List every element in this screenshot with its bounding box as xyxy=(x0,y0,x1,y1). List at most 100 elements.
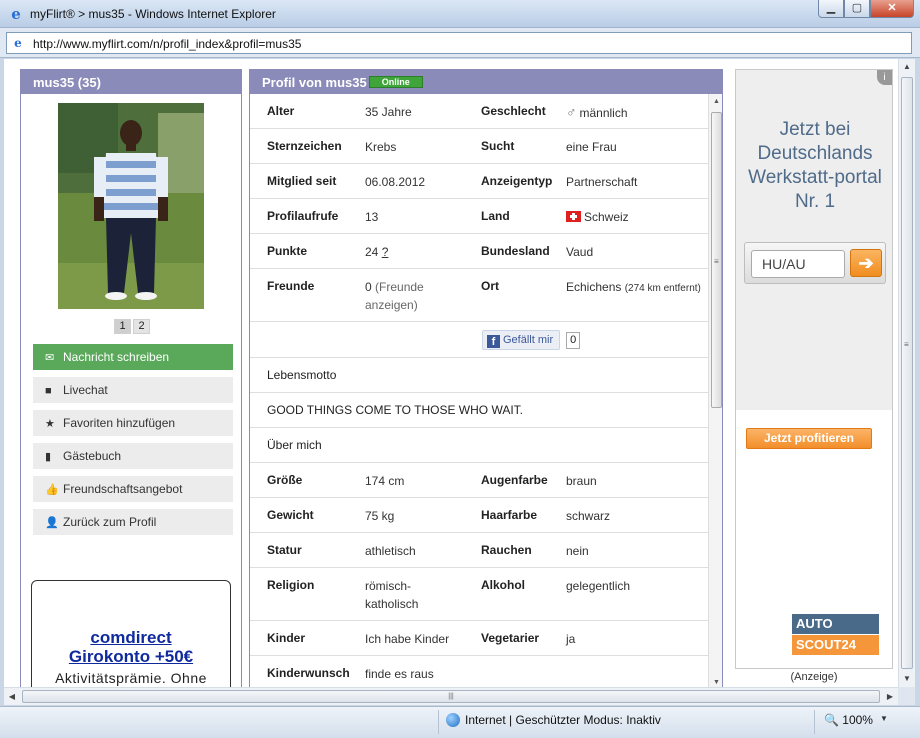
detail-value: Partnerschaft xyxy=(566,175,638,189)
send-message-label: Nachricht schreiben xyxy=(63,350,170,364)
security-zone-text: Internet | Geschützter Modus: Inaktiv xyxy=(465,713,661,727)
detail-value: Ich habe Kinder xyxy=(365,632,450,646)
thumbs-up-icon: 👍 xyxy=(45,484,59,496)
detail-label: Profilaufrufe xyxy=(267,209,339,223)
detail-value: ja xyxy=(566,632,576,646)
ad-label: (Anzeige) xyxy=(790,671,838,683)
chevron-down-icon[interactable]: ▼ xyxy=(880,714,888,723)
detail-label: Augenfarbe xyxy=(481,473,548,487)
page-icon: e xyxy=(14,36,22,50)
detail-label: Vegetarier xyxy=(481,631,540,645)
detail-label: Sternzeichen xyxy=(267,139,342,153)
detail-label: Sucht xyxy=(481,139,515,153)
detail-row: Statur athletisch Rauchen nein xyxy=(250,533,708,568)
detail-value: römisch-katholisch xyxy=(365,579,419,611)
send-message-button[interactable]: ✉ Nachricht schreiben xyxy=(33,344,233,370)
detail-row: Kinderwunsch finde es raus xyxy=(250,656,708,687)
autoscout-ad[interactable]: i Jetzt bei Deutschlands Werkstatt-porta… xyxy=(735,69,893,669)
profile-details-scroll[interactable]: Alter 35 Jahre Geschlecht ♂ männlich Ster… xyxy=(250,94,708,687)
zoom-level[interactable]: 🔍 100% xyxy=(824,713,873,727)
friend-request-button[interactable]: 👍 Freundschaftsangebot xyxy=(33,476,233,502)
comdirect-ad-title-1[interactable]: comdirect xyxy=(32,628,230,647)
detail-label: Freunde xyxy=(267,279,315,293)
security-zone[interactable]: Internet | Geschützter Modus: Inaktiv xyxy=(446,713,661,727)
detail-value: ♂ männlich xyxy=(566,104,628,120)
detail-label: Mitglied seit xyxy=(267,174,337,188)
detail-label: Anzeigentyp xyxy=(481,174,553,188)
scroll-right-icon[interactable]: ▶ xyxy=(882,689,898,705)
photo-pager: 1 2 xyxy=(114,319,150,334)
photo-page-2[interactable]: 2 xyxy=(133,319,150,334)
detail-value: Krebs xyxy=(365,140,397,154)
status-bar: Internet | Geschützter Modus: Inaktiv 🔍 … xyxy=(0,706,920,738)
horizontal-scrollbar[interactable]: ◀ ||| ▶ xyxy=(4,687,898,705)
scroll-up-icon[interactable]: ▲ xyxy=(899,59,915,75)
detail-label: Religion xyxy=(267,578,315,592)
swiss-flag-icon xyxy=(566,211,581,222)
ad-search-input[interactable]: HU/AU xyxy=(751,250,845,278)
horizontal-scroll-thumb[interactable]: ||| xyxy=(22,690,880,703)
address-bar: e http://www.myflirt.com/n/profil_index&… xyxy=(0,28,920,58)
profile-title: Profil von mus35 xyxy=(262,74,367,90)
profile-sidebar: mus35 (35) 1 2 ✉ Nachricht schreiben ■ L… xyxy=(20,69,242,687)
scroll-down-icon[interactable]: ▼ xyxy=(899,671,915,687)
window-titlebar: e myFlirt® > mus35 - Windows Internet Ex… xyxy=(0,0,920,28)
camera-icon: ■ xyxy=(45,385,52,397)
detail-label: Gewicht xyxy=(267,508,314,522)
detail-value: Vaud xyxy=(566,245,594,259)
detail-value: 174 cm xyxy=(365,474,405,488)
comdirect-ad[interactable]: comdirect Girokonto +50€ Aktivitätsprämi… xyxy=(31,580,231,687)
comdirect-ad-title-2[interactable]: Girokonto +50€ xyxy=(32,647,230,666)
detail-value: schwarz xyxy=(566,509,611,523)
add-favorite-button[interactable]: ★ Favoriten hinzufügen xyxy=(33,410,233,436)
livechat-button[interactable]: ■ Livechat xyxy=(33,377,233,403)
detail-label: Rauchen xyxy=(481,543,532,557)
profile-photo[interactable] xyxy=(58,103,204,309)
maximize-button[interactable]: ▢ xyxy=(844,0,870,18)
facebook-like-button[interactable]: f Gefällt mir xyxy=(482,330,561,350)
back-to-profile-button[interactable]: 👤 Zurück zum Profil xyxy=(33,509,233,535)
page-scroll-thumb[interactable]: ≡ xyxy=(901,77,913,669)
detail-label: Kinder xyxy=(267,631,306,645)
detail-value: 13 xyxy=(365,210,379,224)
scroll-up-icon[interactable]: ▲ xyxy=(709,94,722,109)
detail-value: eine Frau xyxy=(566,140,617,154)
autoscout-logo: AUTO SCOUT24 xyxy=(792,614,879,656)
comdirect-ad-text: Aktivitätsprämie. Ohne xyxy=(55,670,207,686)
details-scrollbar[interactable]: ▲ ≡ ▼ xyxy=(708,94,722,687)
details-scroll-thumb[interactable]: ≡ xyxy=(711,112,722,408)
facebook-like-count: 0 xyxy=(566,331,581,349)
window-title: myFlirt® > mus35 - Windows Internet Expl… xyxy=(30,7,276,21)
detail-label: Alter xyxy=(267,104,295,118)
book-icon: ▮ xyxy=(45,451,52,463)
minimize-button[interactable]: ▁ xyxy=(818,0,844,18)
livechat-label: Livechat xyxy=(63,383,108,397)
detail-value: 06.08.2012 xyxy=(365,175,426,189)
detail-value: gelegentlich xyxy=(566,579,631,593)
envelope-icon: ✉ xyxy=(45,352,55,364)
ad-info-icon[interactable]: i xyxy=(877,70,892,85)
detail-row: Sternzeichen Krebs Sucht eine Frau xyxy=(250,129,708,164)
guestbook-button[interactable]: ▮ Gästebuch xyxy=(33,443,233,469)
close-button[interactable]: ✕ xyxy=(870,0,914,18)
arrow-right-icon[interactable]: ➔ xyxy=(850,249,882,277)
facebook-like-row: f Gefällt mir 0 xyxy=(250,322,708,358)
detail-label: Punkte xyxy=(267,244,308,258)
detail-row: Freunde 0 (Freunde anzeigen) Ort Echiche… xyxy=(250,269,708,322)
ad-cta-button[interactable]: Jetzt profitieren xyxy=(746,428,872,449)
url-field[interactable]: e http://www.myflirt.com/n/profil_index&… xyxy=(6,32,912,54)
show-friends-link[interactable]: (Freunde anzeigen) xyxy=(365,280,424,312)
page-scrollbar[interactable]: ▲ ≡ ▼ xyxy=(898,59,915,687)
detail-label: Geschlecht xyxy=(481,104,546,118)
page-viewport: mus35 (35) 1 2 ✉ Nachricht schreiben ■ L… xyxy=(4,59,898,687)
detail-row: Mitglied seit 06.08.2012 Anzeigentyp Par… xyxy=(250,164,708,199)
points-help-link[interactable]: ? xyxy=(382,245,389,259)
status-divider xyxy=(438,710,439,734)
scroll-down-icon[interactable]: ▼ xyxy=(709,675,722,687)
scroll-left-icon[interactable]: ◀ xyxy=(4,689,20,705)
motto-text: GOOD THINGS COME TO THOSE WHO WAIT. xyxy=(250,393,708,428)
photo-page-1[interactable]: 1 xyxy=(114,319,131,334)
about-label: Über mich xyxy=(250,428,708,463)
globe-icon xyxy=(446,713,460,727)
detail-row: Profilaufrufe 13 Land Schweiz xyxy=(250,199,708,234)
